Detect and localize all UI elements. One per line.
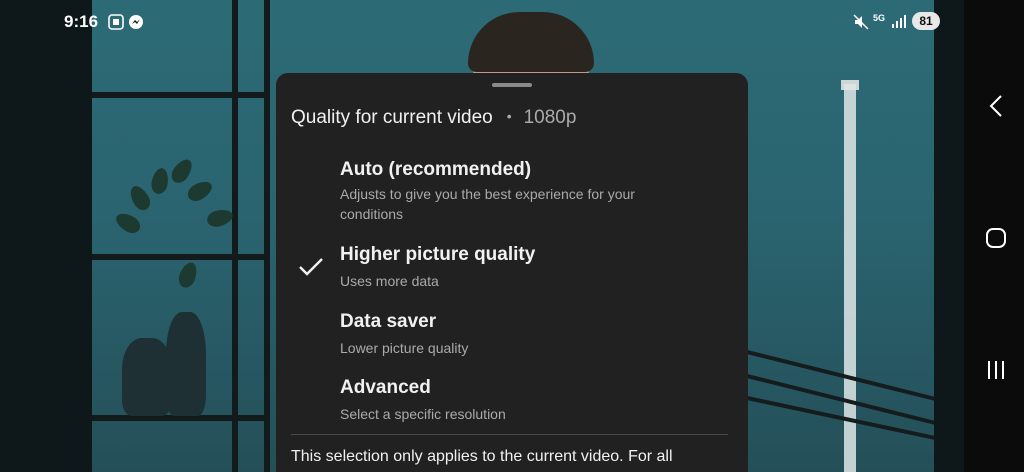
footer-note: This selection only applies to the curre… bbox=[291, 448, 673, 465]
plant-leaf bbox=[126, 182, 154, 214]
option-title: Auto (recommended) bbox=[340, 159, 532, 180]
screenshot-icon bbox=[108, 14, 124, 33]
back-button[interactable] bbox=[982, 92, 1010, 120]
floor-lamp bbox=[844, 84, 856, 472]
option-description: Select a specific resolution bbox=[340, 406, 506, 422]
option-description: Lower picture quality bbox=[340, 340, 469, 356]
check-icon bbox=[299, 258, 323, 276]
plant-leaf bbox=[205, 206, 235, 230]
left-letterbox bbox=[0, 0, 92, 472]
current-resolution: 1080p bbox=[523, 107, 577, 128]
home-icon bbox=[986, 228, 1006, 248]
back-icon bbox=[989, 95, 1002, 117]
option-title: Advanced bbox=[340, 377, 431, 398]
plant-leaf bbox=[167, 155, 197, 187]
drag-handle[interactable] bbox=[492, 83, 532, 87]
shelf-post bbox=[232, 0, 238, 472]
quality-option-auto[interactable]: Auto (recommended) Adjusts to give you t… bbox=[276, 153, 748, 225]
battery-indicator: 81 bbox=[912, 12, 940, 30]
rail bbox=[746, 350, 934, 403]
rail bbox=[746, 396, 934, 442]
navigation-bar bbox=[964, 0, 1024, 472]
vase bbox=[166, 312, 206, 416]
status-time: 9:16 bbox=[64, 12, 99, 31]
quality-option-higher[interactable]: Higher picture quality Uses more data bbox=[276, 238, 748, 298]
plant-leaf bbox=[149, 166, 171, 196]
quality-bottom-sheet: Quality for current video • 1080p Auto (re… bbox=[276, 73, 748, 472]
quality-option-advanced[interactable]: Advanced Select a specific resolution bbox=[276, 371, 748, 431]
mute-icon bbox=[853, 14, 869, 33]
sheet-title: Quality for current video bbox=[291, 107, 493, 128]
home-button[interactable] bbox=[982, 224, 1010, 252]
sheet-header: Quality for current video • 1080p bbox=[291, 107, 576, 129]
option-title: Higher picture quality bbox=[340, 244, 536, 265]
screen: 9:16 5G 81 Quality for current video • 108… bbox=[0, 0, 1024, 472]
option-description: Adjusts to give you the best experience … bbox=[340, 186, 635, 222]
recents-icon bbox=[988, 361, 1004, 379]
header-separator: • bbox=[506, 108, 512, 124]
quality-option-data-saver[interactable]: Data saver Lower picture quality bbox=[276, 305, 748, 365]
plant-leaf bbox=[176, 260, 200, 290]
recents-button[interactable] bbox=[982, 356, 1010, 384]
messenger-icon bbox=[128, 14, 144, 33]
plant-leaf bbox=[112, 209, 144, 237]
signal-icon bbox=[891, 14, 907, 33]
network-5g-icon: 5G bbox=[873, 13, 886, 23]
shelf-board bbox=[92, 92, 270, 98]
person-hair bbox=[468, 12, 594, 72]
divider bbox=[291, 434, 728, 435]
vase bbox=[122, 338, 172, 416]
shelf-board bbox=[92, 254, 270, 260]
shelf-post bbox=[264, 0, 270, 472]
right-letterbox bbox=[934, 0, 964, 472]
option-description: Uses more data bbox=[340, 273, 439, 289]
background-rails bbox=[746, 330, 934, 442]
option-title: Data saver bbox=[340, 311, 437, 332]
plant-leaf bbox=[184, 177, 216, 205]
